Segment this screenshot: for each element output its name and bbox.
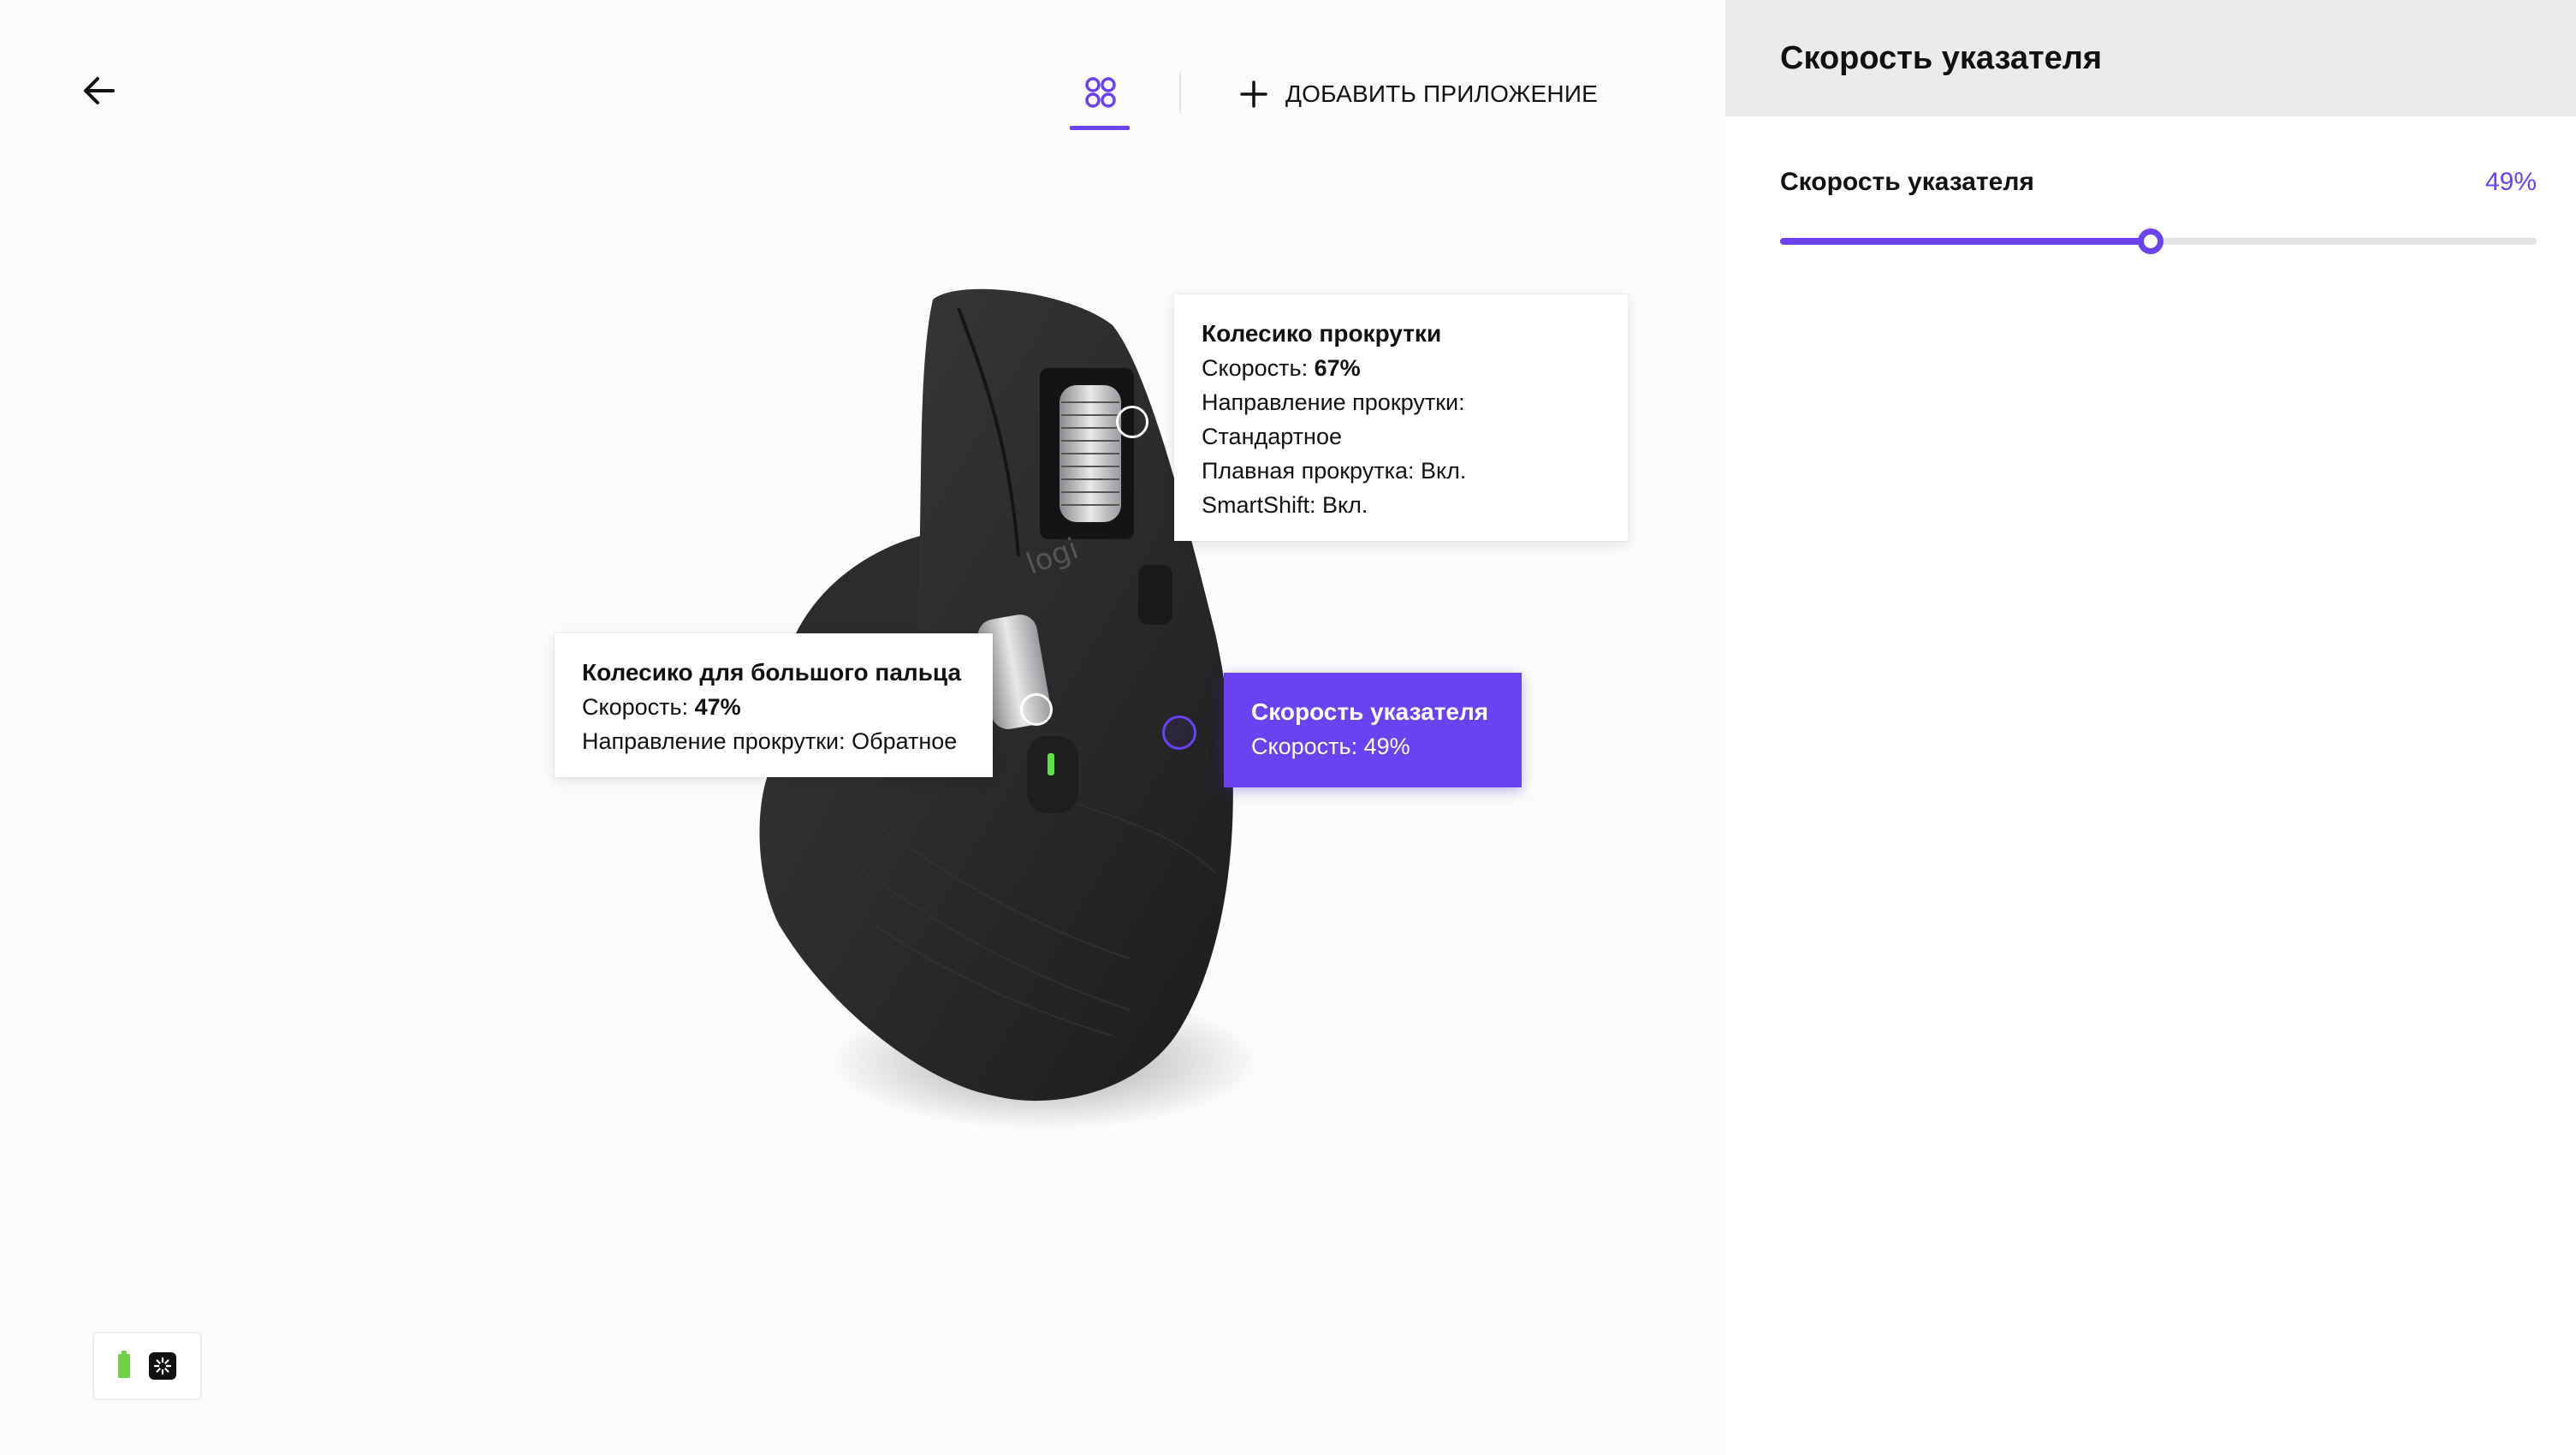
- device-status[interactable]: [92, 1332, 202, 1400]
- callout-title: Колесико для большого пальца: [582, 659, 962, 686]
- apps-view-button[interactable]: [1070, 68, 1130, 130]
- arrow-left-icon: [84, 77, 115, 104]
- callout-direction-label: Направление прокрутки:: [1202, 389, 1465, 415]
- slider-thumb[interactable]: [2138, 229, 2164, 254]
- slider-fill: [1780, 238, 2152, 245]
- back-button[interactable]: [79, 74, 120, 108]
- add-application-label: ДОБАВИТЬ ПРИЛОЖЕНИЕ: [1285, 80, 1599, 107]
- add-application-button[interactable]: ДОБАВИТЬ ПРИЛОЖЕНИЕ: [1239, 75, 1598, 113]
- plus-icon: [1240, 80, 1267, 108]
- callout-smooth-scroll: Плавная прокрутка: Вкл.: [1202, 458, 1467, 484]
- callout-speed: Скорость: 67%: [1202, 355, 1361, 381]
- callout-direction: Направление прокрутки: Обратное: [582, 728, 958, 754]
- toolbar-divider: [1179, 72, 1181, 113]
- callout-direction-value: Стандартное: [1202, 424, 1342, 449]
- setting-label: Скорость указателя: [1780, 168, 2034, 196]
- callout-speed: Скорость: 47%: [582, 694, 741, 720]
- thumb-wheel-callout[interactable]: Колесико для большого пальца Скорость: 4…: [555, 633, 993, 777]
- callout-smartshift: SmartShift: Вкл.: [1202, 492, 1368, 518]
- panel-header: Скорость указателя: [1725, 0, 2576, 116]
- pointer-speed-setting: Скорость указателя 49%: [1780, 168, 2537, 254]
- active-tab-indicator: [1070, 126, 1130, 130]
- thumb-wheel-hotspot[interactable]: [1020, 693, 1053, 726]
- pointer-speed-hotspot[interactable]: [1162, 716, 1196, 750]
- setting-value: 49%: [2484, 168, 2537, 196]
- battery-icon: [118, 1351, 130, 1378]
- scroll-wheel-callout[interactable]: Колесико прокрутки Скорость: 67% Направл…: [1174, 294, 1628, 541]
- callout-title: Скорость указателя: [1251, 698, 1489, 725]
- device-view: ДОБАВИТЬ ПРИЛОЖЕНИЕ logi Колесико прокру…: [0, 0, 1725, 1455]
- scroll-wheel-hotspot[interactable]: [1116, 406, 1149, 438]
- panel-title: Скорость указателя: [1780, 39, 2103, 76]
- receiver-icon: [149, 1352, 176, 1380]
- callout-title: Колесико прокрутки: [1202, 320, 1442, 347]
- apps-grid-icon: [1085, 77, 1116, 108]
- settings-panel: Скорость указателя Скорость указателя 49…: [1725, 0, 2576, 1455]
- callout-speed: Скорость: 49%: [1251, 733, 1410, 759]
- pointer-speed-slider[interactable]: [1780, 229, 2537, 254]
- pointer-speed-callout[interactable]: Скорость указателя Скорость: 49%: [1224, 673, 1522, 787]
